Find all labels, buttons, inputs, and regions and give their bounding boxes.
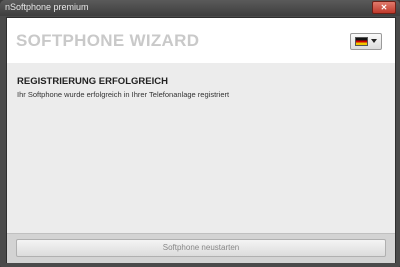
chevron-down-icon	[371, 39, 377, 43]
status-message: Ihr Softphone wurde erfolgreich in Ihrer…	[17, 90, 230, 99]
germany-flag-icon	[355, 37, 368, 46]
app-window: nSoftphone premium ✕ SOFTPHONE WIZARD RE…	[0, 0, 400, 267]
close-button[interactable]: ✕	[372, 1, 396, 14]
status-heading: REGISTRIERUNG ERFOLGREICH	[17, 76, 168, 87]
title-bar[interactable]: nSoftphone premium ✕	[0, 0, 400, 16]
restart-softphone-button[interactable]: Softphone neustarten	[16, 239, 386, 257]
page-title: SOFTPHONE WIZARD	[16, 31, 200, 50]
language-select[interactable]	[350, 33, 382, 50]
window-title: nSoftphone premium	[5, 2, 89, 12]
close-icon: ✕	[380, 3, 388, 12]
wizard-panel: SOFTPHONE WIZARD REGISTRIERUNG ERFOLGREI…	[6, 17, 396, 263]
wizard-content: REGISTRIERUNG ERFOLGREICH Ihr Softphone …	[7, 63, 395, 233]
wizard-header: SOFTPHONE WIZARD	[7, 18, 395, 63]
wizard-footer: Softphone neustarten	[7, 233, 395, 263]
